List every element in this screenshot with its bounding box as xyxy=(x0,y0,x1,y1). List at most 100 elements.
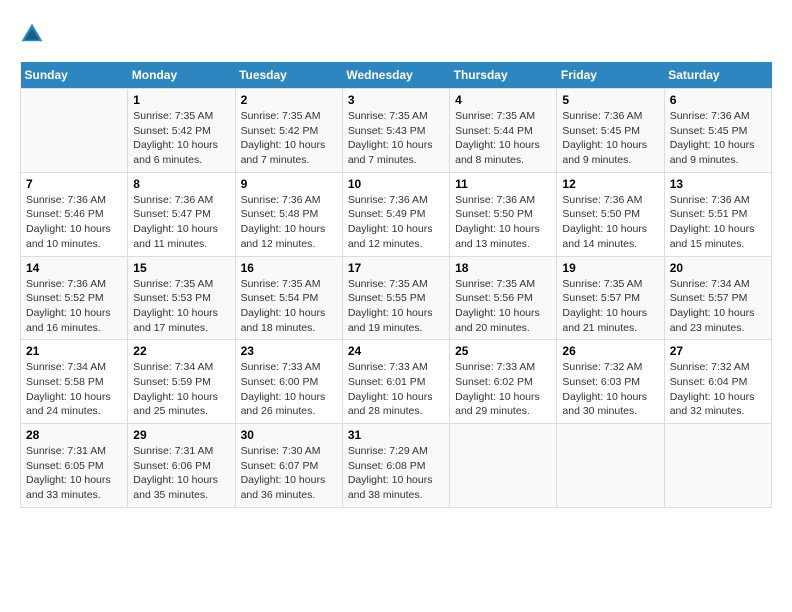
calendar-cell: 8 Sunrise: 7:36 AMSunset: 5:47 PMDaylight… xyxy=(128,172,235,256)
day-info: Sunrise: 7:35 AMSunset: 5:56 PMDaylight:… xyxy=(455,277,551,336)
calendar-cell: 27 Sunrise: 7:32 AMSunset: 6:04 PMDayligh… xyxy=(664,340,771,424)
calendar-cell: 23Sunrise: 7:33 AMSunset: 6:00 PMDayligh… xyxy=(235,340,342,424)
calendar-cell: 22 Sunrise: 7:34 AMSunset: 5:59 PMDayligh… xyxy=(128,340,235,424)
day-info: Sunrise: 7:35 AMSunset: 5:54 PMDaylight:… xyxy=(241,277,337,336)
calendar-cell: 7 Sunrise: 7:36 AMSunset: 5:46 PMDaylight… xyxy=(21,172,128,256)
day-info: Sunrise: 7:31 AMSunset: 6:05 PMDaylight:… xyxy=(26,444,122,503)
week-row-2: 7 Sunrise: 7:36 AMSunset: 5:46 PMDaylight… xyxy=(21,172,772,256)
day-number: 14 xyxy=(26,261,122,275)
day-info: Sunrise: 7:30 AMSunset: 6:07 PMDaylight:… xyxy=(241,444,337,503)
column-header-monday: Monday xyxy=(128,62,235,89)
calendar-cell: 30 Sunrise: 7:30 AMSunset: 6:07 PMDayligh… xyxy=(235,424,342,508)
day-number: 2 xyxy=(241,93,337,107)
day-info: Sunrise: 7:35 AMSunset: 5:55 PMDaylight:… xyxy=(348,277,444,336)
column-header-wednesday: Wednesday xyxy=(342,62,449,89)
calendar-cell: 14 Sunrise: 7:36 AMSunset: 5:52 PMDayligh… xyxy=(21,256,128,340)
day-info: Sunrise: 7:36 AMSunset: 5:52 PMDaylight:… xyxy=(26,277,122,336)
calendar-table: SundayMondayTuesdayWednesdayThursdayFrid… xyxy=(20,62,772,508)
calendar-cell: 1 Sunrise: 7:35 AMSunset: 5:42 PMDaylight… xyxy=(128,89,235,173)
week-row-1: 1 Sunrise: 7:35 AMSunset: 5:42 PMDaylight… xyxy=(21,89,772,173)
day-info: Sunrise: 7:35 AMSunset: 5:42 PMDaylight:… xyxy=(241,109,337,168)
day-info: Sunrise: 7:35 AMSunset: 5:42 PMDaylight:… xyxy=(133,109,229,168)
calendar-cell: 20Sunrise: 7:34 AMSunset: 5:57 PMDayligh… xyxy=(664,256,771,340)
day-info: Sunrise: 7:29 AMSunset: 6:08 PMDaylight:… xyxy=(348,444,444,503)
calendar-cell: 6 Sunrise: 7:36 AMSunset: 5:45 PMDaylight… xyxy=(664,89,771,173)
calendar-cell xyxy=(557,424,664,508)
column-header-tuesday: Tuesday xyxy=(235,62,342,89)
day-info: Sunrise: 7:34 AMSunset: 5:58 PMDaylight:… xyxy=(26,360,122,419)
calendar-cell: 3 Sunrise: 7:35 AMSunset: 5:43 PMDaylight… xyxy=(342,89,449,173)
day-number: 19 xyxy=(562,261,658,275)
day-info: Sunrise: 7:36 AMSunset: 5:50 PMDaylight:… xyxy=(562,193,658,252)
day-info: Sunrise: 7:36 AMSunset: 5:45 PMDaylight:… xyxy=(562,109,658,168)
day-info: Sunrise: 7:33 AMSunset: 6:02 PMDaylight:… xyxy=(455,360,551,419)
day-number: 30 xyxy=(241,428,337,442)
calendar-cell: 2 Sunrise: 7:35 AMSunset: 5:42 PMDaylight… xyxy=(235,89,342,173)
calendar-cell: 4Sunrise: 7:35 AMSunset: 5:44 PMDaylight… xyxy=(450,89,557,173)
day-number: 12 xyxy=(562,177,658,191)
day-number: 1 xyxy=(133,93,229,107)
calendar-cell: 18 Sunrise: 7:35 AMSunset: 5:56 PMDayligh… xyxy=(450,256,557,340)
calendar-cell: 24 Sunrise: 7:33 AMSunset: 6:01 PMDayligh… xyxy=(342,340,449,424)
day-number: 22 xyxy=(133,344,229,358)
day-number: 6 xyxy=(670,93,766,107)
day-number: 31 xyxy=(348,428,444,442)
calendar-cell: 12 Sunrise: 7:36 AMSunset: 5:50 PMDayligh… xyxy=(557,172,664,256)
day-number: 9 xyxy=(241,177,337,191)
calendar-cell: 17 Sunrise: 7:35 AMSunset: 5:55 PMDayligh… xyxy=(342,256,449,340)
day-number: 28 xyxy=(26,428,122,442)
day-info: Sunrise: 7:33 AMSunset: 6:01 PMDaylight:… xyxy=(348,360,444,419)
day-info: Sunrise: 7:36 AMSunset: 5:45 PMDaylight:… xyxy=(670,109,766,168)
calendar-cell xyxy=(664,424,771,508)
day-number: 17 xyxy=(348,261,444,275)
day-number: 4 xyxy=(455,93,551,107)
day-number: 3 xyxy=(348,93,444,107)
calendar-cell: 29 Sunrise: 7:31 AMSunset: 6:06 PMDayligh… xyxy=(128,424,235,508)
calendar-cell: 10 Sunrise: 7:36 AMSunset: 5:49 PMDayligh… xyxy=(342,172,449,256)
day-info: Sunrise: 7:31 AMSunset: 6:06 PMDaylight:… xyxy=(133,444,229,503)
day-number: 13 xyxy=(670,177,766,191)
day-number: 16 xyxy=(241,261,337,275)
column-header-saturday: Saturday xyxy=(664,62,771,89)
day-number: 10 xyxy=(348,177,444,191)
day-number: 23 xyxy=(241,344,337,358)
calendar-cell: 26Sunrise: 7:32 AMSunset: 6:03 PMDayligh… xyxy=(557,340,664,424)
day-number: 21 xyxy=(26,344,122,358)
week-row-3: 14 Sunrise: 7:36 AMSunset: 5:52 PMDayligh… xyxy=(21,256,772,340)
day-number: 29 xyxy=(133,428,229,442)
day-info: Sunrise: 7:36 AMSunset: 5:50 PMDaylight:… xyxy=(455,193,551,252)
calendar-cell xyxy=(450,424,557,508)
day-info: Sunrise: 7:32 AMSunset: 6:03 PMDaylight:… xyxy=(562,360,658,419)
calendar-cell: 31 Sunrise: 7:29 AMSunset: 6:08 PMDayligh… xyxy=(342,424,449,508)
day-info: Sunrise: 7:32 AMSunset: 6:04 PMDaylight:… xyxy=(670,360,766,419)
day-number: 7 xyxy=(26,177,122,191)
day-info: Sunrise: 7:36 AMSunset: 5:46 PMDaylight:… xyxy=(26,193,122,252)
day-info: Sunrise: 7:34 AMSunset: 5:59 PMDaylight:… xyxy=(133,360,229,419)
calendar-cell xyxy=(21,89,128,173)
page-header xyxy=(20,20,772,46)
day-info: Sunrise: 7:36 AMSunset: 5:47 PMDaylight:… xyxy=(133,193,229,252)
day-number: 27 xyxy=(670,344,766,358)
header-row: SundayMondayTuesdayWednesdayThursdayFrid… xyxy=(21,62,772,89)
day-number: 11 xyxy=(455,177,551,191)
day-info: Sunrise: 7:36 AMSunset: 5:49 PMDaylight:… xyxy=(348,193,444,252)
day-info: Sunrise: 7:35 AMSunset: 5:43 PMDaylight:… xyxy=(348,109,444,168)
calendar-cell: 16 Sunrise: 7:35 AMSunset: 5:54 PMDayligh… xyxy=(235,256,342,340)
day-info: Sunrise: 7:36 AMSunset: 5:51 PMDaylight:… xyxy=(670,193,766,252)
day-number: 18 xyxy=(455,261,551,275)
column-header-friday: Friday xyxy=(557,62,664,89)
logo-icon xyxy=(20,22,44,46)
day-number: 8 xyxy=(133,177,229,191)
calendar-cell: 9 Sunrise: 7:36 AMSunset: 5:48 PMDaylight… xyxy=(235,172,342,256)
day-number: 25 xyxy=(455,344,551,358)
day-info: Sunrise: 7:36 AMSunset: 5:48 PMDaylight:… xyxy=(241,193,337,252)
day-number: 15 xyxy=(133,261,229,275)
calendar-cell: 5 Sunrise: 7:36 AMSunset: 5:45 PMDaylight… xyxy=(557,89,664,173)
logo xyxy=(20,20,48,46)
day-info: Sunrise: 7:35 AMSunset: 5:53 PMDaylight:… xyxy=(133,277,229,336)
week-row-5: 28 Sunrise: 7:31 AMSunset: 6:05 PMDayligh… xyxy=(21,424,772,508)
day-number: 24 xyxy=(348,344,444,358)
day-info: Sunrise: 7:34 AMSunset: 5:57 PMDaylight:… xyxy=(670,277,766,336)
calendar-cell: 15 Sunrise: 7:35 AMSunset: 5:53 PMDayligh… xyxy=(128,256,235,340)
day-number: 5 xyxy=(562,93,658,107)
